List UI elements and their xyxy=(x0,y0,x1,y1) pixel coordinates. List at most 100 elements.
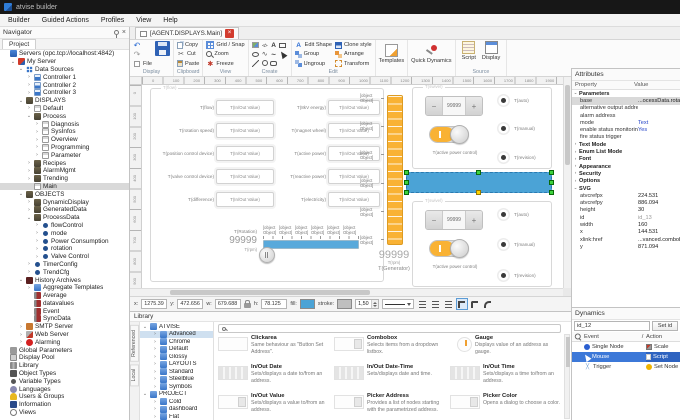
expander-arrow[interactable]: › xyxy=(26,285,32,291)
radio-option[interactable]: T(auto) xyxy=(497,93,549,107)
attribute-row[interactable]: y 871.094 xyxy=(572,243,680,250)
attribute-row[interactable]: › Options xyxy=(572,178,680,185)
category-arrow[interactable]: ⌄ xyxy=(572,91,579,96)
generator-gauge[interactable] xyxy=(387,95,403,245)
expander-arrow[interactable]: › xyxy=(152,354,158,360)
tree-item[interactable]: Object Types xyxy=(0,370,129,378)
attribute-value[interactable]: 224.531 xyxy=(638,193,680,199)
selected-combobox-element[interactable] xyxy=(406,172,552,193)
expander-arrow[interactable]: › xyxy=(34,152,40,158)
library-tree-item[interactable]: ⌄ PROJECT xyxy=(140,391,213,399)
radio-option[interactable]: T(manual) xyxy=(497,122,549,136)
create-tool-button[interactable] xyxy=(252,41,260,49)
edit-button[interactable]: Group xyxy=(295,50,332,58)
view-button[interactable]: Freeze xyxy=(206,60,244,68)
attribute-row[interactable]: › Font xyxy=(572,156,680,163)
create-tool-button[interactable] xyxy=(270,59,278,67)
style-button[interactable] xyxy=(443,298,455,310)
tree-item[interactable]: Users & Groups xyxy=(0,393,129,401)
redo-button[interactable] xyxy=(133,50,152,58)
library-tree-item[interactable]: › Flat xyxy=(140,413,213,420)
tree-item[interactable]: › Controller 3 xyxy=(0,89,129,97)
tree-item[interactable]: Library xyxy=(0,362,129,370)
expander-arrow[interactable]: › xyxy=(152,339,158,345)
menu-item[interactable]: View xyxy=(136,17,151,24)
tree-item[interactable]: ⌄ DISPLAYS xyxy=(0,97,129,105)
style-button[interactable] xyxy=(456,298,468,310)
attribute-value[interactable]: Yes xyxy=(638,127,680,133)
fill-color-swatch[interactable] xyxy=(300,299,315,309)
attribute-value[interactable]: id_13 xyxy=(638,215,680,221)
style-button[interactable] xyxy=(430,298,442,310)
tree-item[interactable]: Global Parameters xyxy=(0,346,129,354)
style-button[interactable] xyxy=(469,298,481,310)
expander-arrow[interactable]: ⌄ xyxy=(10,59,16,65)
library-component[interactable]: In/Out Date Sets/displays a date to/from… xyxy=(218,364,329,390)
source-button[interactable]: Display xyxy=(479,41,503,68)
tree-item[interactable]: › mode xyxy=(0,229,129,237)
expander-arrow[interactable]: › xyxy=(34,129,40,135)
attribute-value[interactable]: ...vanced.combobox xyxy=(638,237,680,243)
tree-item[interactable]: › DynamicDisplay xyxy=(0,198,129,206)
library-tree-item[interactable]: › Standard xyxy=(140,368,213,376)
attribute-value[interactable]: Text xyxy=(638,120,680,126)
clipboard-button[interactable]: Copy xyxy=(177,41,199,49)
radio-option[interactable]: T(revision) xyxy=(497,268,549,282)
radio-option[interactable]: T(revision) xyxy=(497,150,549,164)
tree-item[interactable]: Main xyxy=(0,183,129,191)
expander-arrow[interactable]: › xyxy=(26,105,32,111)
tree-item[interactable]: Display Pool xyxy=(0,354,129,362)
expander-arrow[interactable]: › xyxy=(26,168,32,174)
element-id-field[interactable]: id_12 xyxy=(574,321,650,331)
power-toggle[interactable] xyxy=(429,126,469,143)
library-tree-item[interactable]: › Symbols xyxy=(140,383,213,391)
library-component[interactable]: In/Out Value Sets/displays a value to/fr… xyxy=(218,393,329,419)
expander-arrow[interactable]: › xyxy=(26,176,32,182)
attribute-row[interactable]: id id_13 xyxy=(572,214,680,221)
expander-arrow[interactable]: › xyxy=(152,376,158,382)
pin-icon[interactable] xyxy=(114,30,119,35)
selection-handle[interactable] xyxy=(549,180,554,185)
create-tool-button[interactable] xyxy=(270,50,278,58)
attribute-row[interactable]: width 160 xyxy=(572,221,680,228)
expander-arrow[interactable]: › xyxy=(26,207,32,213)
height-field[interactable]: 78.125 xyxy=(261,299,287,309)
expander-arrow[interactable]: › xyxy=(152,384,158,390)
tree-item[interactable]: › Controller 1 xyxy=(0,73,129,81)
category-arrow[interactable]: › xyxy=(572,164,579,169)
save-icon[interactable] xyxy=(155,41,170,56)
category-arrow[interactable]: › xyxy=(572,142,579,147)
stepper-value[interactable]: 99999 xyxy=(442,97,466,115)
tree-item[interactable]: › Overview xyxy=(0,136,129,144)
tree-item[interactable]: › flowControl xyxy=(0,222,129,230)
scrollbar-thumb[interactable] xyxy=(565,85,570,165)
attribute-row[interactable]: › Enum List Mode xyxy=(572,148,680,155)
library-tree-item[interactable]: › Steelblue xyxy=(140,376,213,384)
tree-item[interactable]: SyncData xyxy=(0,315,129,323)
tree-item[interactable]: › Recipes xyxy=(0,159,129,167)
attribute-row[interactable]: › Text Mode xyxy=(572,141,680,148)
library-component[interactable]: In/Out Date-Time Sets/displays date and … xyxy=(334,364,445,390)
selection-handle[interactable] xyxy=(404,170,409,175)
create-tool-button[interactable] xyxy=(279,41,287,49)
menu-item[interactable]: Help xyxy=(163,17,177,24)
edit-button[interactable]: Transform xyxy=(335,60,372,68)
toggle-knob[interactable] xyxy=(450,239,469,258)
edit-button[interactable]: Edit Shape xyxy=(295,41,332,49)
expander-arrow[interactable]: ⌄ xyxy=(18,191,24,197)
stepper-minus-button[interactable] xyxy=(426,97,442,115)
create-tool-button[interactable] xyxy=(261,59,269,67)
library-side-tab[interactable]: Local xyxy=(130,364,139,386)
tree-item[interactable]: Views xyxy=(0,409,129,417)
attribute-row[interactable]: ⌄ SVG xyxy=(572,185,680,192)
attribute-row[interactable]: mode Text xyxy=(572,119,680,126)
tree-item[interactable]: Information xyxy=(0,401,129,409)
create-tool-button[interactable] xyxy=(252,59,260,67)
expander-arrow[interactable]: › xyxy=(18,332,24,338)
io-value-field[interactable]: T(In/Out Value) xyxy=(216,123,274,138)
tree-item[interactable]: › Aggregate Templates xyxy=(0,284,129,292)
stepper-plus-button[interactable] xyxy=(466,211,482,229)
expander-arrow[interactable]: › xyxy=(18,339,24,345)
y-field[interactable]: 472.656 xyxy=(177,299,203,309)
radio-option[interactable]: T(manual) xyxy=(497,238,549,252)
